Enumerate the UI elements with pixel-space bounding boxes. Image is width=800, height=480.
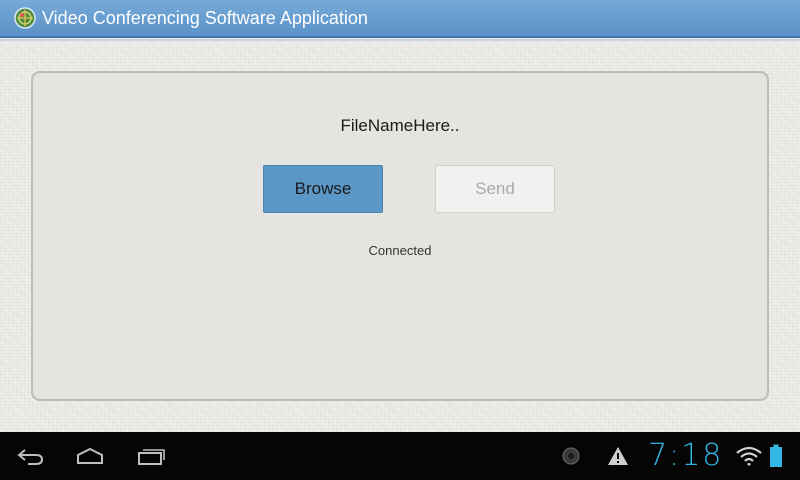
recent-apps-icon[interactable]	[131, 440, 171, 472]
connection-status: Connected	[368, 243, 432, 258]
home-icon[interactable]	[70, 440, 110, 472]
file-transfer-panel: FileNameHere.. Browse Send Connected	[31, 71, 769, 401]
title-bar: Video Conferencing Software Application	[0, 0, 800, 41]
battery-icon	[768, 444, 784, 468]
system-navigation-bar: 7:18	[0, 432, 800, 480]
warning-icon[interactable]	[606, 444, 630, 468]
notification-dot-icon[interactable]	[560, 444, 582, 468]
app-title: Video Conferencing Software Application	[42, 8, 368, 28]
browse-button[interactable]: Browse	[263, 165, 383, 213]
globe-icon	[14, 7, 36, 29]
status-bar-clock: 7:18	[648, 438, 724, 473]
send-button[interactable]: Send	[435, 165, 555, 213]
file-name-label: FileNameHere..	[340, 116, 460, 135]
wifi-icon	[735, 444, 763, 468]
back-icon[interactable]	[11, 440, 51, 472]
